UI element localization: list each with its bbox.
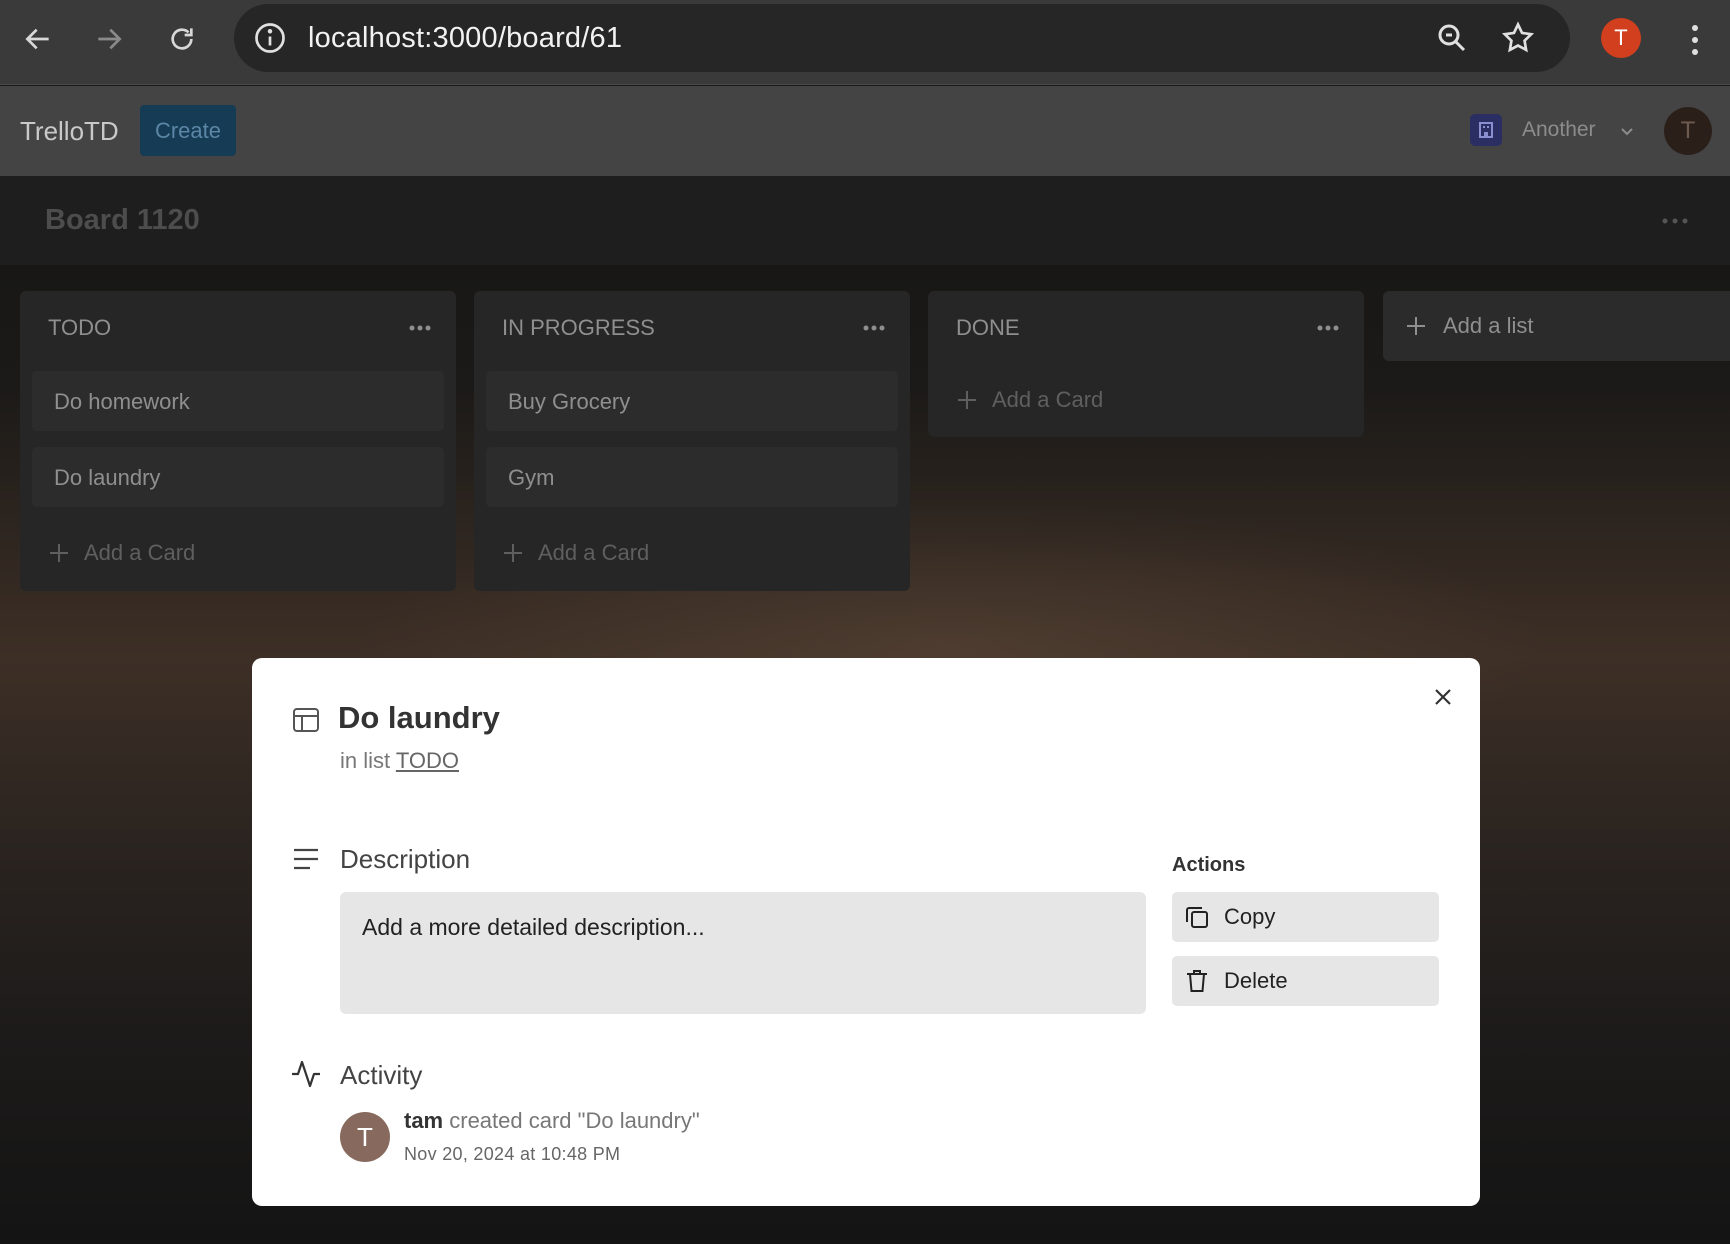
add-list-label: Add a list <box>1443 313 1534 338</box>
card[interactable]: Buy Grocery <box>486 371 898 431</box>
card[interactable]: Gym <box>486 447 898 507</box>
add-card-button[interactable]: Add a Card <box>48 540 195 566</box>
list-title[interactable]: DONE <box>956 315 1020 341</box>
chevron-down-icon[interactable] <box>1618 122 1636 140</box>
zoom-icon[interactable] <box>1434 20 1470 56</box>
activity-entry: tam created card "Do laundry" <box>404 1108 700 1134</box>
card[interactable]: Do laundry <box>32 447 444 507</box>
list-more-icon[interactable] <box>1316 323 1340 333</box>
copy-label: Copy <box>1224 904 1276 929</box>
back-button[interactable] <box>15 16 61 62</box>
brand-logo[interactable]: TrelloTD <box>20 116 119 147</box>
add-card-button[interactable]: Add a Card <box>956 387 1103 413</box>
card-layout-icon <box>293 708 319 732</box>
activity-user: tam <box>404 1108 444 1133</box>
browser-toolbar: localhost:3000/board/61 T <box>0 0 1730 85</box>
reload-button[interactable] <box>159 16 205 62</box>
workspace-switcher[interactable]: Another <box>1522 118 1596 142</box>
activity-timestamp: Nov 20, 2024 at 10:48 PM <box>404 1144 621 1164</box>
user-avatar[interactable]: T <box>1664 107 1712 155</box>
browser-profile-avatar[interactable]: T <box>1601 18 1641 58</box>
activity-heading: Activity <box>340 1060 423 1090</box>
activity-description: created card "Do laundry" <box>449 1108 700 1133</box>
delete-label: Delete <box>1224 968 1288 993</box>
plus-icon <box>958 391 976 409</box>
add-card-button[interactable]: Add a Card <box>502 540 649 566</box>
card-detail-modal: Do laundry in list TODO Description Add … <box>252 658 1480 1206</box>
add-list-button[interactable]: Add a list <box>1383 291 1730 361</box>
board-title[interactable]: Board 1120 <box>45 204 200 237</box>
list-done: DONE Add a Card <box>928 291 1364 437</box>
add-card-label: Add a Card <box>538 540 650 565</box>
list-todo: TODO Do homework Do laundry Add a Card <box>20 291 456 591</box>
trash-icon <box>1187 970 1207 992</box>
in-list-prefix: in list <box>340 748 391 773</box>
app-header: TrelloTD Create Another T <box>0 86 1730 176</box>
create-button[interactable]: Create <box>140 105 236 156</box>
card[interactable]: Do homework <box>32 371 444 431</box>
bookmark-star-icon[interactable] <box>1500 20 1536 56</box>
description-input[interactable]: Add a more detailed description... <box>340 892 1146 1014</box>
actions-heading: Actions <box>1172 854 1246 876</box>
list-title[interactable]: TODO <box>48 315 111 341</box>
board-more-icon[interactable] <box>1660 216 1690 226</box>
address-bar[interactable]: localhost:3000/board/61 <box>234 4 1570 72</box>
list-link[interactable]: TODO <box>396 748 459 773</box>
forward-button[interactable] <box>86 16 132 62</box>
card-title[interactable]: Do laundry <box>338 700 500 736</box>
list-more-icon[interactable] <box>862 323 886 333</box>
plus-icon <box>1407 317 1425 335</box>
add-card-label: Add a Card <box>84 540 196 565</box>
description-icon <box>294 848 318 870</box>
description-heading: Description <box>340 844 471 874</box>
activity-avatar: T <box>340 1112 390 1162</box>
reload-icon <box>171 28 193 50</box>
list-more-icon[interactable] <box>408 323 432 333</box>
building-icon <box>1479 122 1493 138</box>
workspace-icon[interactable] <box>1470 114 1502 146</box>
plus-icon <box>50 544 68 562</box>
board-header: Board 1120 <box>0 176 1730 265</box>
plus-icon <box>504 544 522 562</box>
close-icon[interactable] <box>1432 686 1454 708</box>
card-list-info: in list TODO <box>340 748 459 774</box>
url-text[interactable]: localhost:3000/board/61 <box>308 22 622 55</box>
arrow-left-icon <box>25 28 49 50</box>
activity-icon <box>292 1060 320 1088</box>
arrow-right-icon <box>98 28 122 50</box>
list-title[interactable]: IN PROGRESS <box>502 315 655 341</box>
list-in-progress: IN PROGRESS Buy Grocery Gym Add a Card <box>474 291 910 591</box>
delete-button[interactable]: Delete <box>1172 956 1439 1006</box>
copy-icon <box>1186 907 1208 928</box>
copy-button[interactable]: Copy <box>1172 892 1439 942</box>
browser-menu-icon[interactable] <box>1680 20 1710 60</box>
add-card-label: Add a Card <box>992 387 1104 412</box>
info-icon[interactable] <box>252 20 288 56</box>
